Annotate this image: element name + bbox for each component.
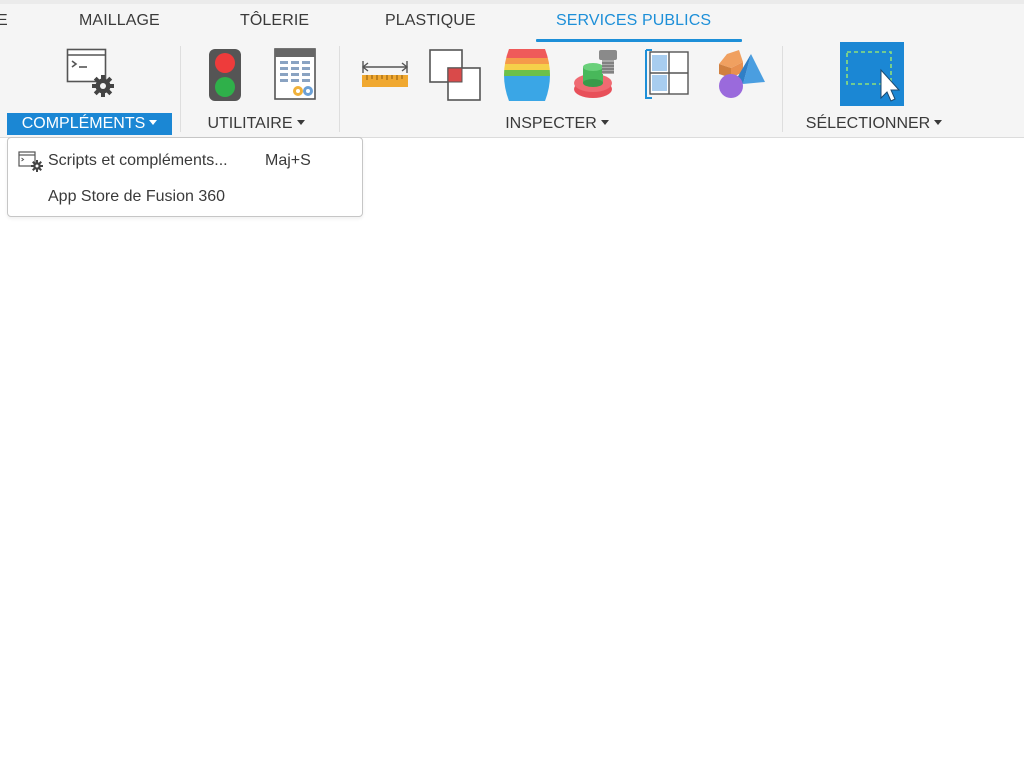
- measure-ruler-icon[interactable]: [360, 58, 410, 95]
- tab-tolerie[interactable]: TÔLERIE: [240, 12, 309, 30]
- tab-truncated[interactable]: E: [0, 12, 8, 30]
- parameters-table-icon[interactable]: [274, 48, 318, 107]
- group-selectionner-button[interactable]: SÉLECTIONNER: [797, 113, 951, 135]
- ribbon-separator: [339, 46, 340, 132]
- scripts-addins-icon[interactable]: [66, 48, 118, 105]
- ribbon-tab-bar: E MAILLAGE TÔLERIE PLASTIQUE SERVICES PU…: [0, 0, 1024, 42]
- group-complements-label: COMPLÉMENTS: [21, 115, 146, 132]
- ribbon-separator: [782, 46, 783, 132]
- complements-dropdown-menu: Scripts et compléments... Maj+S App Stor…: [7, 137, 363, 217]
- tab-maillage[interactable]: MAILLAGE: [79, 12, 160, 30]
- draft-analysis-icon[interactable]: [571, 47, 623, 108]
- window-select-icon[interactable]: [840, 42, 904, 111]
- chevron-down-icon: [149, 120, 158, 125]
- chevron-down-icon: [296, 120, 305, 125]
- group-complements-button[interactable]: COMPLÉMENTS: [7, 113, 172, 135]
- curvature-analysis-icon[interactable]: [499, 47, 555, 108]
- section-analysis-icon[interactable]: [644, 48, 692, 105]
- menu-item-scripts-label: Scripts et compléments...: [48, 152, 228, 169]
- group-inspecter-button[interactable]: INSPECTER: [489, 113, 625, 135]
- tab-services-publics[interactable]: SERVICES PUBLICS: [556, 12, 711, 30]
- group-utilitaire-label: UTILITAIRE: [207, 115, 293, 132]
- ribbon-separator: [180, 46, 181, 132]
- menu-item-app-store-label: App Store de Fusion 360: [48, 188, 226, 205]
- menu-item-scripts-shortcut: Maj+S: [265, 152, 311, 169]
- scripts-addins-icon: [18, 151, 44, 178]
- ribbon-toolbar: COMPLÉMENTS UTILITAIRE INSPECTER SÉLECTI…: [0, 42, 1024, 138]
- chevron-down-icon: [600, 120, 609, 125]
- traffic-light-icon[interactable]: [208, 48, 244, 107]
- group-utilitaire-button[interactable]: UTILITAIRE: [188, 113, 324, 135]
- group-inspecter-label: INSPECTER: [505, 115, 597, 132]
- interference-icon[interactable]: [428, 48, 484, 107]
- menu-item-scripts-addins[interactable]: Scripts et compléments... Maj+S: [8, 142, 362, 176]
- group-selectionner-label: SÉLECTIONNER: [805, 115, 931, 132]
- tab-bar-top-strip: [0, 0, 1024, 4]
- menu-item-app-store[interactable]: App Store de Fusion 360: [8, 178, 362, 212]
- component-color-icon[interactable]: [713, 48, 769, 107]
- tab-plastique[interactable]: PLASTIQUE: [385, 12, 476, 30]
- chevron-down-icon: [934, 120, 943, 125]
